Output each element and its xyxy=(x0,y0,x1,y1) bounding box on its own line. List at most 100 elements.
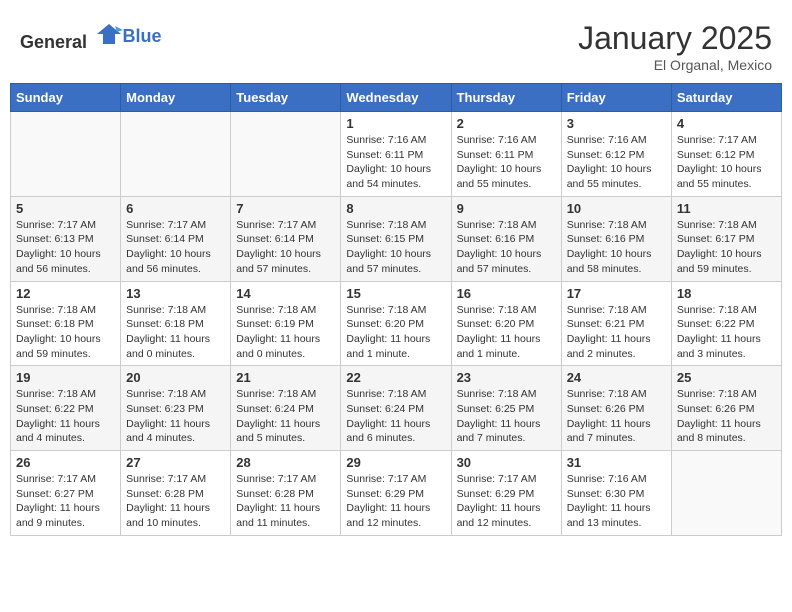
day-number: 4 xyxy=(677,116,776,131)
day-number: 21 xyxy=(236,370,335,385)
day-info: Sunrise: 7:18 AM Sunset: 6:16 PM Dayligh… xyxy=(567,218,666,277)
day-info: Sunrise: 7:17 AM Sunset: 6:29 PM Dayligh… xyxy=(457,472,556,531)
days-header-row: SundayMondayTuesdayWednesdayThursdayFrid… xyxy=(11,84,782,112)
month-title: January 2025 xyxy=(578,20,772,57)
logo: General Blue xyxy=(20,20,162,53)
calendar-cell: 15 Sunrise: 7:18 AM Sunset: 6:20 PM Dayli… xyxy=(341,281,451,366)
calendar-cell: 8 Sunrise: 7:18 AM Sunset: 6:15 PM Daylig… xyxy=(341,196,451,281)
day-number: 6 xyxy=(126,201,225,216)
day-number: 16 xyxy=(457,286,556,301)
day-number: 5 xyxy=(16,201,115,216)
day-number: 24 xyxy=(567,370,666,385)
calendar-cell: 24 Sunrise: 7:18 AM Sunset: 6:26 PM Dayli… xyxy=(561,366,671,451)
day-number: 9 xyxy=(457,201,556,216)
calendar-cell: 29 Sunrise: 7:17 AM Sunset: 6:29 PM Dayli… xyxy=(341,451,451,536)
calendar-cell xyxy=(671,451,781,536)
day-number: 7 xyxy=(236,201,335,216)
day-header-saturday: Saturday xyxy=(671,84,781,112)
day-info: Sunrise: 7:16 AM Sunset: 6:12 PM Dayligh… xyxy=(567,133,666,192)
day-number: 19 xyxy=(16,370,115,385)
day-number: 2 xyxy=(457,116,556,131)
calendar-cell: 20 Sunrise: 7:18 AM Sunset: 6:23 PM Dayli… xyxy=(121,366,231,451)
day-info: Sunrise: 7:17 AM Sunset: 6:14 PM Dayligh… xyxy=(236,218,335,277)
day-number: 15 xyxy=(346,286,445,301)
day-info: Sunrise: 7:17 AM Sunset: 6:14 PM Dayligh… xyxy=(126,218,225,277)
day-info: Sunrise: 7:18 AM Sunset: 6:15 PM Dayligh… xyxy=(346,218,445,277)
logo-general: General xyxy=(20,32,87,52)
calendar-cell: 28Sunrise: 7:17 AM Sunset: 6:28 PM Dayli… xyxy=(231,451,341,536)
title-area: January 2025 El Organal, Mexico xyxy=(578,20,772,73)
day-info: Sunrise: 7:16 AM Sunset: 6:30 PM Dayligh… xyxy=(567,472,666,531)
day-number: 31 xyxy=(567,455,666,470)
calendar-cell: 4Sunrise: 7:17 AM Sunset: 6:12 PM Daylig… xyxy=(671,112,781,197)
calendar-cell: 9 Sunrise: 7:18 AM Sunset: 6:16 PM Daylig… xyxy=(451,196,561,281)
calendar-cell: 16 Sunrise: 7:18 AM Sunset: 6:20 PM Dayli… xyxy=(451,281,561,366)
day-header-thursday: Thursday xyxy=(451,84,561,112)
calendar-cell: 27 Sunrise: 7:17 AM Sunset: 6:28 PM Dayli… xyxy=(121,451,231,536)
day-info: Sunrise: 7:18 AM Sunset: 6:21 PM Dayligh… xyxy=(567,303,666,362)
week-row-3: 12 Sunrise: 7:18 AM Sunset: 6:18 PM Dayli… xyxy=(11,281,782,366)
day-info: Sunrise: 7:18 AM Sunset: 6:24 PM Dayligh… xyxy=(346,387,445,446)
day-info: Sunrise: 7:18 AM Sunset: 6:19 PM Dayligh… xyxy=(236,303,335,362)
day-info: Sunrise: 7:18 AM Sunset: 6:23 PM Dayligh… xyxy=(126,387,225,446)
location-title: El Organal, Mexico xyxy=(578,57,772,73)
day-info: Sunrise: 7:18 AM Sunset: 6:20 PM Dayligh… xyxy=(346,303,445,362)
day-number: 10 xyxy=(567,201,666,216)
calendar-cell: 10 Sunrise: 7:18 AM Sunset: 6:16 PM Dayli… xyxy=(561,196,671,281)
day-info: Sunrise: 7:18 AM Sunset: 6:20 PM Dayligh… xyxy=(457,303,556,362)
day-info: Sunrise: 7:16 AM Sunset: 6:11 PM Dayligh… xyxy=(457,133,556,192)
calendar-cell: 31 Sunrise: 7:16 AM Sunset: 6:30 PM Dayli… xyxy=(561,451,671,536)
day-number: 30 xyxy=(457,455,556,470)
day-info: Sunrise: 7:17 AM Sunset: 6:28 PM Dayligh… xyxy=(126,472,225,531)
day-number: 3 xyxy=(567,116,666,131)
calendar-cell: 21 Sunrise: 7:18 AM Sunset: 6:24 PM Dayli… xyxy=(231,366,341,451)
calendar-cell: 30 Sunrise: 7:17 AM Sunset: 6:29 PM Dayli… xyxy=(451,451,561,536)
calendar-cell: 26 Sunrise: 7:17 AM Sunset: 6:27 PM Dayli… xyxy=(11,451,121,536)
day-header-wednesday: Wednesday xyxy=(341,84,451,112)
day-info: Sunrise: 7:18 AM Sunset: 6:16 PM Dayligh… xyxy=(457,218,556,277)
day-number: 1 xyxy=(346,116,445,131)
day-info: Sunrise: 7:18 AM Sunset: 6:26 PM Dayligh… xyxy=(567,387,666,446)
calendar-cell xyxy=(231,112,341,197)
day-number: 25 xyxy=(677,370,776,385)
day-number: 28 xyxy=(236,455,335,470)
day-header-sunday: Sunday xyxy=(11,84,121,112)
day-info: Sunrise: 7:17 AM Sunset: 6:13 PM Dayligh… xyxy=(16,218,115,277)
day-number: 17 xyxy=(567,286,666,301)
day-number: 18 xyxy=(677,286,776,301)
day-number: 11 xyxy=(677,201,776,216)
calendar-cell: 23Sunrise: 7:18 AM Sunset: 6:25 PM Dayli… xyxy=(451,366,561,451)
day-info: Sunrise: 7:16 AM Sunset: 6:11 PM Dayligh… xyxy=(346,133,445,192)
day-number: 29 xyxy=(346,455,445,470)
calendar-cell: 11 Sunrise: 7:18 AM Sunset: 6:17 PM Dayli… xyxy=(671,196,781,281)
calendar-cell: 2 Sunrise: 7:16 AM Sunset: 6:11 PM Daylig… xyxy=(451,112,561,197)
week-row-1: 1 Sunrise: 7:16 AM Sunset: 6:11 PM Daylig… xyxy=(11,112,782,197)
day-number: 8 xyxy=(346,201,445,216)
week-row-4: 19Sunrise: 7:18 AM Sunset: 6:22 PM Dayli… xyxy=(11,366,782,451)
day-number: 22 xyxy=(346,370,445,385)
day-number: 26 xyxy=(16,455,115,470)
day-number: 27 xyxy=(126,455,225,470)
day-info: Sunrise: 7:18 AM Sunset: 6:22 PM Dayligh… xyxy=(677,303,776,362)
calendar-cell: 7 Sunrise: 7:17 AM Sunset: 6:14 PM Daylig… xyxy=(231,196,341,281)
calendar-cell: 18 Sunrise: 7:18 AM Sunset: 6:22 PM Dayli… xyxy=(671,281,781,366)
logo-bird-icon xyxy=(95,20,123,48)
day-info: Sunrise: 7:17 AM Sunset: 6:27 PM Dayligh… xyxy=(16,472,115,531)
calendar-cell xyxy=(121,112,231,197)
calendar-cell: 25 Sunrise: 7:18 AM Sunset: 6:26 PM Dayli… xyxy=(671,366,781,451)
day-info: Sunrise: 7:18 AM Sunset: 6:26 PM Dayligh… xyxy=(677,387,776,446)
calendar-cell: 3 Sunrise: 7:16 AM Sunset: 6:12 PM Daylig… xyxy=(561,112,671,197)
day-info: Sunrise: 7:18 AM Sunset: 6:18 PM Dayligh… xyxy=(126,303,225,362)
day-info: Sunrise: 7:17 AM Sunset: 6:29 PM Dayligh… xyxy=(346,472,445,531)
calendar-cell: 6 Sunrise: 7:17 AM Sunset: 6:14 PM Daylig… xyxy=(121,196,231,281)
calendar-cell: 17 Sunrise: 7:18 AM Sunset: 6:21 PM Dayli… xyxy=(561,281,671,366)
day-number: 12 xyxy=(16,286,115,301)
day-info: Sunrise: 7:18 AM Sunset: 6:18 PM Dayligh… xyxy=(16,303,115,362)
day-header-monday: Monday xyxy=(121,84,231,112)
day-info: Sunrise: 7:18 AM Sunset: 6:24 PM Dayligh… xyxy=(236,387,335,446)
calendar-cell: 13Sunrise: 7:18 AM Sunset: 6:18 PM Dayli… xyxy=(121,281,231,366)
header: General Blue January 2025 El Organal, Me… xyxy=(10,10,782,78)
day-number: 20 xyxy=(126,370,225,385)
calendar-cell: 22 Sunrise: 7:18 AM Sunset: 6:24 PM Dayli… xyxy=(341,366,451,451)
day-info: Sunrise: 7:18 AM Sunset: 6:17 PM Dayligh… xyxy=(677,218,776,277)
